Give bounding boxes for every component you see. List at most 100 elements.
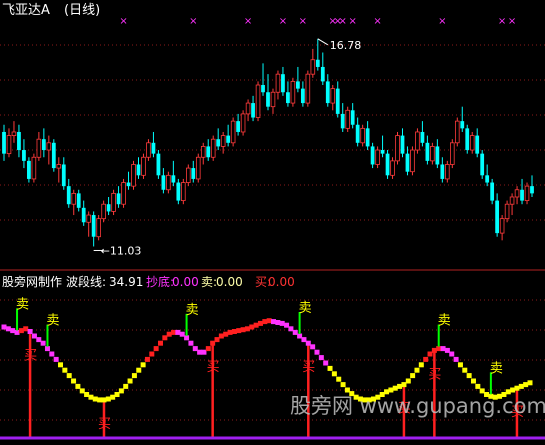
candle-body [440, 164, 445, 179]
band-dot [118, 388, 124, 394]
watermark: 股旁网 www.gupang.com [290, 394, 545, 418]
band-dot [1, 324, 7, 330]
candle-body [36, 138, 42, 158]
band-dot [123, 383, 129, 389]
band-dot [253, 322, 259, 328]
band-dot [18, 328, 24, 334]
sell-label: 卖: [201, 275, 217, 289]
candle-body [380, 150, 385, 154]
band-dot [127, 378, 133, 384]
band-dot [327, 365, 333, 371]
band-dot [475, 383, 481, 389]
band-dot [414, 367, 420, 373]
band-dot [214, 337, 220, 343]
top-marker: × [119, 16, 127, 27]
band-dot [188, 340, 194, 346]
candle-body [6, 135, 12, 155]
candle-body [46, 142, 52, 151]
bottom-fish-label: 抄底: [146, 274, 174, 289]
band-dot [197, 349, 203, 355]
candle-body [350, 110, 355, 125]
band-dot [449, 351, 455, 357]
candle-body [51, 142, 56, 169]
candle-body [520, 189, 524, 201]
buy-glyph: 买 [428, 367, 441, 382]
band-dot [144, 356, 150, 362]
candle-body [390, 160, 395, 176]
candle-body [11, 131, 17, 136]
candle-body [365, 128, 370, 147]
band-dot [171, 329, 177, 335]
candle-body [191, 168, 196, 179]
low-price-label: ←11.03 [101, 244, 142, 257]
candle-body [41, 139, 46, 151]
candle-body [345, 109, 350, 129]
band-dot [105, 396, 111, 402]
candle-body [71, 192, 77, 205]
candle-body [385, 153, 390, 176]
candle-body [261, 85, 265, 93]
band-dot [271, 319, 277, 325]
candle-body [200, 146, 206, 158]
candle-body [171, 175, 176, 183]
band-dot [97, 397, 103, 403]
band-dot [257, 320, 263, 326]
candle-body [499, 218, 505, 234]
candle-body [465, 128, 470, 151]
buy-glyph: 买 [24, 349, 37, 364]
band-dot [136, 367, 142, 373]
band-dot [210, 340, 216, 346]
candle-body [300, 88, 305, 104]
band-dot [392, 385, 398, 391]
buy-signal-bars: 买买买 买买买买 [24, 331, 524, 437]
candle-body [111, 192, 116, 212]
candle-body [141, 156, 146, 176]
band-dot [44, 346, 50, 352]
band-dot [479, 388, 485, 394]
candle-body [514, 189, 520, 198]
band-dot [518, 383, 524, 389]
candle-body [475, 135, 480, 154]
candle-body [61, 164, 66, 187]
band-dot [262, 319, 268, 325]
candle-body [91, 215, 96, 237]
candle-body [355, 124, 360, 143]
band-dot [240, 327, 246, 333]
band-dot [49, 351, 55, 357]
buy-glyph: 买 [302, 360, 315, 375]
band-dot [201, 349, 207, 355]
band-dot [227, 329, 233, 335]
candle-body [290, 81, 296, 104]
band-dot [466, 373, 472, 379]
band-dot [223, 331, 229, 337]
candle-body [176, 182, 181, 201]
band-dot [266, 318, 272, 324]
band-dot [175, 329, 181, 335]
top-marker: × [438, 16, 446, 27]
candle-body [31, 156, 37, 180]
candle-body [161, 175, 166, 190]
band-dot [153, 346, 159, 352]
band-dot [279, 320, 285, 326]
candle-body [340, 113, 345, 129]
candle-body [76, 193, 81, 208]
candle-body [270, 91, 276, 108]
band-dot [10, 328, 16, 334]
band-dot [14, 329, 20, 335]
band-dot [462, 367, 468, 373]
top-marker: × [498, 16, 506, 27]
band-dot [288, 326, 294, 332]
band-dot [305, 340, 311, 346]
band-dot [397, 383, 403, 389]
indicator-name: 股旁网制作 [2, 274, 62, 289]
band-dot [71, 378, 77, 384]
band-dot [249, 324, 255, 330]
band-dot [53, 356, 59, 362]
band-dot [318, 355, 324, 361]
candle-body [305, 73, 311, 104]
candle-body [415, 131, 420, 151]
candle-body [151, 142, 156, 154]
candle-body [181, 182, 186, 201]
candle-body [454, 120, 460, 144]
band-dot [114, 392, 120, 397]
